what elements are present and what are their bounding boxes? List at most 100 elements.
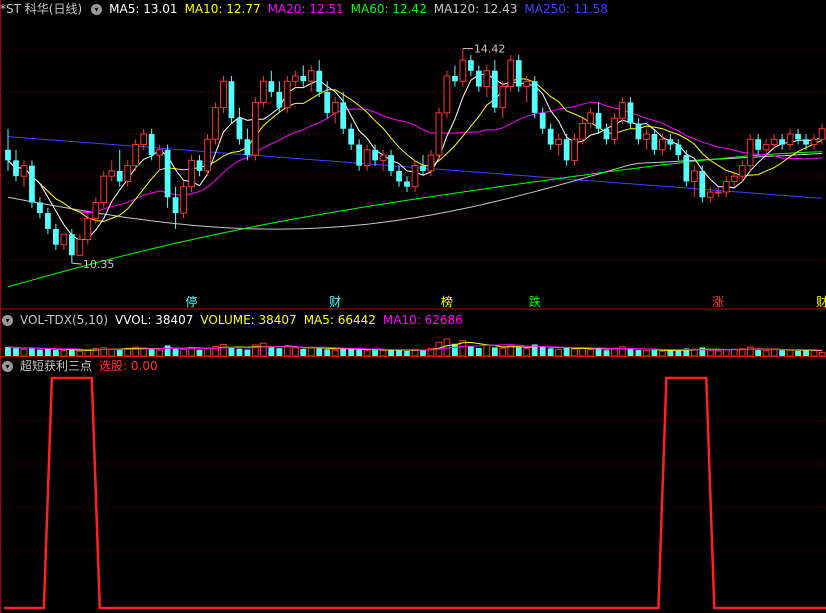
candle-body-down <box>491 70 498 108</box>
candle-body-down <box>396 170 402 182</box>
volume-bar-down <box>372 349 378 356</box>
volume-label: VOLUME: 38407 <box>200 313 297 327</box>
candle-body-down <box>779 139 785 145</box>
volume-bar-down <box>547 348 554 356</box>
ma60-label: MA60: 12.42 <box>350 2 427 16</box>
volume-bar-up <box>818 351 826 357</box>
candle-body-up <box>810 138 818 146</box>
candle-body-up <box>252 101 259 156</box>
volume-bar-down <box>13 348 19 356</box>
candle-body-down <box>452 76 458 82</box>
candle-body-down <box>539 112 546 129</box>
indicator-settings-circle-icon[interactable]: ▾ <box>2 360 13 372</box>
volume-bar-up <box>331 349 339 357</box>
ma20-label: MA20: 12.51 <box>267 2 344 16</box>
candle-body-up <box>706 191 714 198</box>
candle-body-down <box>467 60 474 71</box>
volume-bar-up <box>643 350 650 357</box>
candle-body-down <box>803 139 809 145</box>
candle-body-up <box>483 70 491 88</box>
candle-body-up <box>331 101 339 114</box>
candle-body-down <box>116 170 123 182</box>
candle-body-up <box>659 138 666 151</box>
candle-body-down <box>196 160 203 171</box>
candle-body-up <box>746 138 754 167</box>
volume-bar-up <box>20 348 28 357</box>
candle-body-up <box>587 112 594 124</box>
volume-bar-up <box>283 345 291 357</box>
candle-body-down <box>683 155 690 182</box>
candle-body-up <box>730 175 738 182</box>
volume-bar-up <box>259 342 267 357</box>
candle-body-down <box>244 139 251 156</box>
candle-body-down <box>356 144 363 166</box>
indicator-legend-title: 超短获利三点 <box>20 359 93 373</box>
settings-circle-icon[interactable]: ▾ <box>91 3 103 15</box>
vvol-label: VVOL: 38407 <box>115 313 194 327</box>
candle-body-up <box>738 165 746 177</box>
volume-bar-up <box>706 349 714 357</box>
candle-body-up <box>291 75 299 82</box>
vol-ma10-line <box>7 344 823 351</box>
candle-body-down <box>228 81 235 119</box>
volume-bar-down <box>116 349 123 356</box>
kline-chart-svg[interactable]: 14.42 10.35 停 财 榜 跌 涨 财 <box>0 0 826 613</box>
candle-body-up <box>108 170 116 177</box>
candle-body-up <box>523 80 531 88</box>
price-annotation: 10.35 <box>83 258 115 271</box>
volume-bar-down <box>29 347 35 356</box>
candle-body-down <box>420 165 426 171</box>
volume-bar-up <box>762 350 770 357</box>
vol-settings-circle-icon[interactable]: ▾ <box>2 314 13 326</box>
volume-bar-down <box>45 348 51 356</box>
volume-bar-down <box>803 350 809 356</box>
volume-bar-down <box>276 348 283 356</box>
candle-body-up <box>363 149 371 167</box>
event-marker: 榜 <box>441 294 453 309</box>
volume-bar-down <box>324 349 331 356</box>
candle-body-up <box>76 238 84 256</box>
volume-bar-down <box>779 350 785 356</box>
candle-body-up <box>100 175 108 204</box>
volume-bar-down <box>651 349 658 356</box>
volume-bar-down <box>675 350 682 356</box>
volume-bar-down <box>667 350 674 356</box>
volume-bar-down <box>68 349 75 356</box>
candle-body-down <box>547 128 554 145</box>
candle-body-down <box>172 197 179 214</box>
candle-body-down <box>755 139 762 150</box>
volume-bar-up <box>810 349 818 357</box>
candle-body-down <box>563 139 570 161</box>
candle-body-up <box>84 217 92 240</box>
volume-bar-down <box>539 346 546 356</box>
candle-body-up <box>690 170 698 182</box>
volume-bar-down <box>420 350 426 356</box>
candle-body-up <box>379 154 387 161</box>
volume-bar-down <box>244 349 251 356</box>
volume-bar-down <box>595 348 602 356</box>
candle-body-down <box>475 70 482 87</box>
candle-body-down <box>699 170 706 198</box>
candle-body-down <box>651 134 658 150</box>
volume-bar-up <box>770 348 778 357</box>
candle-body-up <box>427 154 435 172</box>
ma10-label: MA10: 12.77 <box>184 2 261 16</box>
candle-body-up <box>619 101 626 119</box>
candle-body-up <box>459 59 467 82</box>
volume-bar-down <box>300 348 307 356</box>
vol-ma5-label: MA5: 66442 <box>303 313 376 327</box>
volume-bar-up <box>220 343 227 357</box>
event-marker: 财 <box>329 295 341 309</box>
candle-body-up <box>411 165 419 188</box>
volume-bar-down <box>356 349 363 356</box>
main-legend-title: *ST 科华(日线) <box>0 2 83 16</box>
vol-legend-title: VOL-TDX(5,10) <box>20 313 109 327</box>
candle-body-down <box>795 134 801 140</box>
volume-bar-down <box>268 347 275 356</box>
candle-body-up <box>786 133 794 146</box>
candle-body-down <box>348 128 355 145</box>
candle-body-up <box>762 144 770 151</box>
candle-body-down <box>372 149 378 161</box>
candle-body-down <box>13 160 19 177</box>
volume-bar-down <box>563 347 570 356</box>
